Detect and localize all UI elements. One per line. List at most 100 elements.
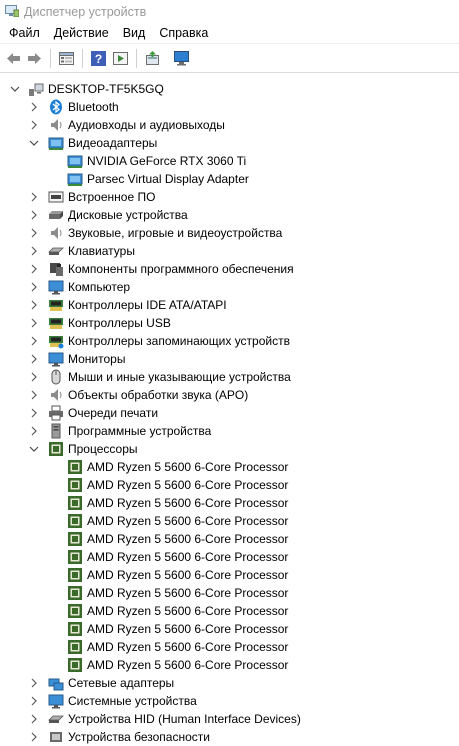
device-label: NVIDIA GeForce RTX 3060 Ti <box>87 154 247 168</box>
device-processor[interactable]: AMD Ryzen 5 5600 6-Core Processor <box>0 530 459 548</box>
processor-icon <box>67 567 83 583</box>
device-processor[interactable]: AMD Ryzen 5 5600 6-Core Processor <box>0 602 459 620</box>
device-processor[interactable]: AMD Ryzen 5 5600 6-Core Processor <box>0 638 459 656</box>
collapse-chevron-icon[interactable] <box>10 83 20 95</box>
category-security-devices[interactable]: Устройства безопасности <box>0 728 459 746</box>
display-adapter-icon <box>48 135 64 151</box>
device-processor[interactable]: AMD Ryzen 5 5600 6-Core Processor <box>0 494 459 512</box>
category-software-components[interactable]: Компоненты программного обеспечения <box>0 260 459 278</box>
device-label: AMD Ryzen 5 5600 6-Core Processor <box>87 532 289 546</box>
device-label: AMD Ryzen 5 5600 6-Core Processor <box>87 640 289 654</box>
system-device-icon <box>48 693 64 709</box>
toolbar: ? <box>0 43 459 73</box>
expand-chevron-icon[interactable] <box>29 263 39 275</box>
device-processor[interactable]: AMD Ryzen 5 5600 6-Core Processor <box>0 584 459 602</box>
expand-chevron-icon[interactable] <box>29 353 39 365</box>
menu-help[interactable]: Справка <box>152 24 215 43</box>
device-gpu[interactable]: NVIDIA GeForce RTX 3060 Ti <box>0 152 459 170</box>
network-adapter-icon <box>48 675 64 691</box>
scan-hardware-icon[interactable] <box>173 50 190 67</box>
collapse-chevron-icon[interactable] <box>29 137 39 149</box>
menu-action[interactable]: Действие <box>47 24 116 43</box>
expand-chevron-icon[interactable] <box>29 677 39 689</box>
show-hidden-icon[interactable] <box>112 50 129 67</box>
expand-chevron-icon[interactable] <box>29 209 39 221</box>
category-hid[interactable]: Устройства HID (Human Interface Devices) <box>0 710 459 728</box>
forward-icon[interactable] <box>26 50 43 67</box>
collapse-chevron-icon[interactable] <box>29 443 39 455</box>
computer-icon <box>48 279 64 295</box>
expand-chevron-icon[interactable] <box>29 245 39 257</box>
category-storage-controllers[interactable]: Контроллеры запоминающих устройств <box>0 332 459 350</box>
firmware-icon <box>48 189 64 205</box>
category-processors[interactable]: Процессоры <box>0 440 459 458</box>
device-processor[interactable]: AMD Ryzen 5 5600 6-Core Processor <box>0 512 459 530</box>
category-computer[interactable]: Компьютер <box>0 278 459 296</box>
back-icon[interactable] <box>5 50 22 67</box>
update-driver-icon[interactable] <box>144 50 161 67</box>
category-label: Клавиатуры <box>68 244 135 258</box>
expand-chevron-icon[interactable] <box>29 299 39 311</box>
expand-chevron-icon[interactable] <box>29 227 39 239</box>
expand-chevron-icon[interactable] <box>29 281 39 293</box>
expand-chevron-icon[interactable] <box>29 317 39 329</box>
category-system-devices[interactable]: Системные устройства <box>0 692 459 710</box>
category-audio-io[interactable]: Аудиовходы и аудиовыходы <box>0 116 459 134</box>
device-label: AMD Ryzen 5 5600 6-Core Processor <box>87 478 289 492</box>
expand-chevron-icon[interactable] <box>29 101 39 113</box>
category-disk-drives[interactable]: Дисковые устройства <box>0 206 459 224</box>
category-print-queues[interactable]: Очереди печати <box>0 404 459 422</box>
expand-chevron-icon[interactable] <box>29 191 39 203</box>
printer-icon <box>48 405 64 421</box>
category-firmware[interactable]: Встроенное ПО <box>0 188 459 206</box>
device-processor[interactable]: AMD Ryzen 5 5600 6-Core Processor <box>0 458 459 476</box>
menu-view[interactable]: Вид <box>116 24 153 43</box>
category-software-devices[interactable]: Программные устройства <box>0 422 459 440</box>
processor-icon <box>67 657 83 673</box>
category-monitors[interactable]: Мониторы <box>0 350 459 368</box>
processor-icon <box>67 531 83 547</box>
tree-root[interactable]: DESKTOP-TF5K5GQ <box>0 80 459 98</box>
device-virtual-display[interactable]: Parsec Virtual Display Adapter <box>0 170 459 188</box>
processor-icon <box>48 441 64 457</box>
menu-file[interactable]: Файл <box>0 24 47 43</box>
device-processor[interactable]: AMD Ryzen 5 5600 6-Core Processor <box>0 566 459 584</box>
properties-icon[interactable] <box>58 50 75 67</box>
security-device-icon <box>48 729 64 745</box>
category-usb-controllers[interactable]: Контроллеры USB <box>0 314 459 332</box>
category-keyboards[interactable]: Клавиатуры <box>0 242 459 260</box>
apo-icon <box>48 387 64 403</box>
device-processor[interactable]: AMD Ryzen 5 5600 6-Core Processor <box>0 620 459 638</box>
expand-chevron-icon[interactable] <box>29 335 39 347</box>
hid-icon <box>48 711 64 727</box>
expand-chevron-icon[interactable] <box>29 731 39 743</box>
category-bluetooth[interactable]: Bluetooth <box>0 98 459 116</box>
category-display-adapters[interactable]: Видеоадаптеры <box>0 134 459 152</box>
category-label: Bluetooth <box>68 100 119 114</box>
expand-chevron-icon[interactable] <box>29 389 39 401</box>
expand-chevron-icon[interactable] <box>29 425 39 437</box>
expand-chevron-icon[interactable] <box>29 371 39 383</box>
processor-icon <box>67 585 83 601</box>
device-processor[interactable]: AMD Ryzen 5 5600 6-Core Processor <box>0 476 459 494</box>
category-sound-video-game[interactable]: Звуковые, игровые и видеоустройства <box>0 224 459 242</box>
category-label: Очереди печати <box>68 406 159 420</box>
expand-chevron-icon[interactable] <box>29 119 39 131</box>
category-ide-controllers[interactable]: Контроллеры IDE ATA/ATAPI <box>0 296 459 314</box>
bluetooth-icon <box>48 99 64 115</box>
category-label: Контроллеры USB <box>68 316 171 330</box>
category-label: Устройства HID (Human Interface Devices) <box>68 712 301 726</box>
processor-icon <box>67 495 83 511</box>
expand-chevron-icon[interactable] <box>29 407 39 419</box>
menu-bar: Файл Действие Вид Справка <box>0 24 459 43</box>
category-label: Звуковые, игровые и видеоустройства <box>68 226 283 240</box>
device-label: AMD Ryzen 5 5600 6-Core Processor <box>87 586 289 600</box>
category-mice[interactable]: Мыши и иные указывающие устройства <box>0 368 459 386</box>
expand-chevron-icon[interactable] <box>29 713 39 725</box>
help-icon[interactable]: ? <box>90 50 107 67</box>
category-network-adapters[interactable]: Сетевые адаптеры <box>0 674 459 692</box>
category-apo[interactable]: Объекты обработки звука (APO) <box>0 386 459 404</box>
device-processor[interactable]: AMD Ryzen 5 5600 6-Core Processor <box>0 548 459 566</box>
expand-chevron-icon[interactable] <box>29 695 39 707</box>
device-processor[interactable]: AMD Ryzen 5 5600 6-Core Processor <box>0 656 459 674</box>
